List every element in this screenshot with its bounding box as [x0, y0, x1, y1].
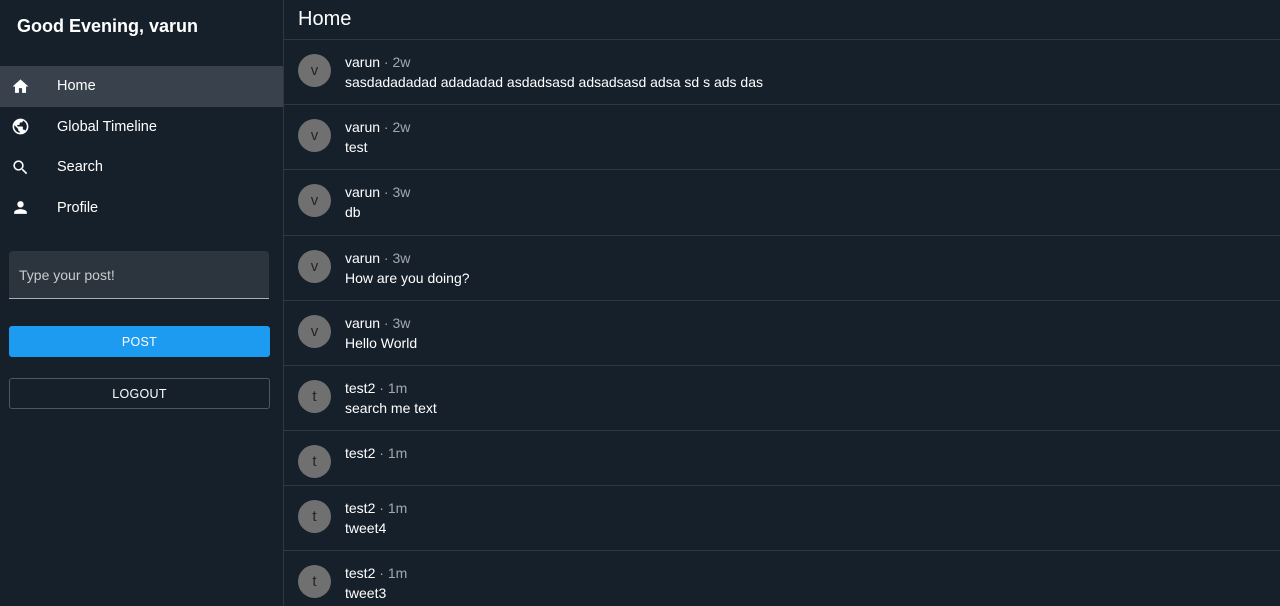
post-body: varun · 3w How are you doing? [345, 250, 470, 300]
post-author[interactable]: varun [345, 119, 380, 135]
post-time: 3w [392, 249, 411, 266]
post-body: varun · 3w db [345, 184, 410, 234]
post-time: 2w [392, 119, 411, 136]
post-author[interactable]: varun [345, 250, 380, 266]
post-time: 1m [387, 564, 408, 581]
feed: v varun · 2w sasdadadadad adadadad asdad… [284, 40, 1280, 606]
post-separator: · [379, 499, 384, 516]
home-icon [10, 76, 30, 96]
main-content: Home v varun · 2w sasdadadadad adadadad … [284, 0, 1280, 606]
post-item[interactable]: v varun · 3w Hello World [284, 301, 1280, 366]
post-separator: · [379, 445, 384, 462]
post-separator: · [383, 249, 389, 266]
sidebar-item-label: Home [57, 78, 96, 95]
post-text: search me text [345, 399, 437, 416]
sidebar-item-profile[interactable]: Profile [0, 188, 283, 229]
post-text: tweet4 [345, 519, 387, 536]
post-author[interactable]: varun [345, 54, 380, 70]
post-body: test2 · 1m tweet4 [345, 500, 407, 550]
post-item[interactable]: v varun · 2w test [284, 105, 1280, 171]
post-text: sasdadadadad adadadad asdadsasd adsadsas… [345, 74, 763, 90]
sidebar-item-label: Profile [57, 199, 99, 216]
post-meta: test2 · 1m [345, 564, 407, 582]
avatar[interactable]: t [298, 499, 331, 533]
post-author[interactable]: test2 [345, 445, 375, 461]
post-item[interactable]: t test2 · 1m search me text [284, 366, 1280, 432]
post-body: test2 · 1m [345, 445, 407, 485]
post-item[interactable]: t test2 · 1m [284, 431, 1280, 486]
post-time: 1m [387, 379, 408, 396]
sidebar-nav: Home Global Timeline Search Profile [0, 66, 283, 228]
avatar[interactable]: v [298, 249, 331, 283]
search-icon [10, 157, 30, 177]
post-button[interactable]: POST [9, 326, 270, 357]
app: Good Evening, varun Home Global Timeline… [0, 0, 1280, 606]
post-separator: · [383, 54, 389, 70]
post-author[interactable]: test2 [345, 380, 375, 396]
sidebar-item-home[interactable]: Home [0, 66, 283, 107]
greeting: Good Evening, varun [17, 16, 199, 36]
post-time: 3w [392, 314, 411, 331]
avatar[interactable]: t [298, 564, 331, 598]
post-text: Hello World [345, 334, 418, 351]
avatar[interactable]: v [298, 119, 331, 153]
post-meta: varun · 2w [345, 53, 763, 71]
post-author[interactable]: test2 [345, 565, 375, 581]
post-text: test [345, 139, 368, 156]
post-author[interactable]: varun [345, 184, 380, 200]
sidebar: Good Evening, varun Home Global Timeline… [0, 0, 284, 606]
post-meta: varun · 3w [345, 314, 417, 332]
post-body: varun · 2w sasdadadadad adadadad asdadsa… [345, 54, 763, 104]
sidebar-item-label: Global Timeline [57, 118, 157, 135]
post-time: 3w [392, 184, 411, 201]
post-item[interactable]: t test2 · 1m tweet3 [284, 551, 1280, 606]
post-meta: varun · 3w [345, 183, 410, 201]
post-separator: · [379, 564, 384, 581]
avatar[interactable]: t [298, 445, 331, 479]
post-input-container [9, 251, 269, 299]
post-body: test2 · 1m search me text [345, 380, 437, 430]
avatar[interactable]: t [298, 379, 331, 413]
post-separator: · [383, 314, 389, 331]
post-text: tweet3 [345, 584, 387, 601]
globe-icon [10, 117, 30, 137]
logout-button[interactable]: LOGOUT [9, 378, 270, 409]
post-time: 1m [387, 499, 408, 516]
post-meta: test2 · 1m [345, 444, 407, 462]
post-author[interactable]: varun [345, 315, 380, 331]
avatar[interactable]: v [298, 54, 331, 87]
sidebar-item-global-timeline[interactable]: Global Timeline [0, 107, 283, 148]
avatar[interactable]: v [298, 184, 331, 218]
post-input[interactable] [9, 251, 269, 298]
post-meta: varun · 3w [345, 249, 470, 267]
post-item[interactable]: v varun · 2w sasdadadadad adadadad asdad… [284, 40, 1280, 106]
sidebar-item-search[interactable]: Search [0, 147, 283, 188]
post-body: varun · 3w Hello World [345, 315, 417, 365]
post-item[interactable]: t test2 · 1m tweet4 [284, 486, 1280, 551]
page-title: Home [284, 0, 1280, 40]
post-meta: varun · 2w [345, 118, 410, 136]
post-meta: test2 · 1m [345, 499, 407, 517]
post-body: varun · 2w test [345, 119, 410, 169]
post-separator: · [383, 184, 389, 201]
post-author[interactable]: test2 [345, 500, 375, 516]
post-text: db [345, 204, 361, 221]
post-meta: test2 · 1m [345, 379, 437, 397]
post-time: 2w [392, 54, 411, 70]
post-time: 1m [387, 445, 408, 462]
post-item[interactable]: v varun · 3w db [284, 170, 1280, 236]
person-icon [10, 198, 30, 218]
post-separator: · [379, 379, 384, 396]
avatar[interactable]: v [298, 314, 331, 348]
post-separator: · [383, 119, 389, 136]
post-body: test2 · 1m tweet3 [345, 565, 407, 606]
sidebar-item-label: Search [57, 159, 103, 176]
post-text: How are you doing? [345, 269, 470, 286]
post-item[interactable]: v varun · 3w How are you doing? [284, 236, 1280, 301]
